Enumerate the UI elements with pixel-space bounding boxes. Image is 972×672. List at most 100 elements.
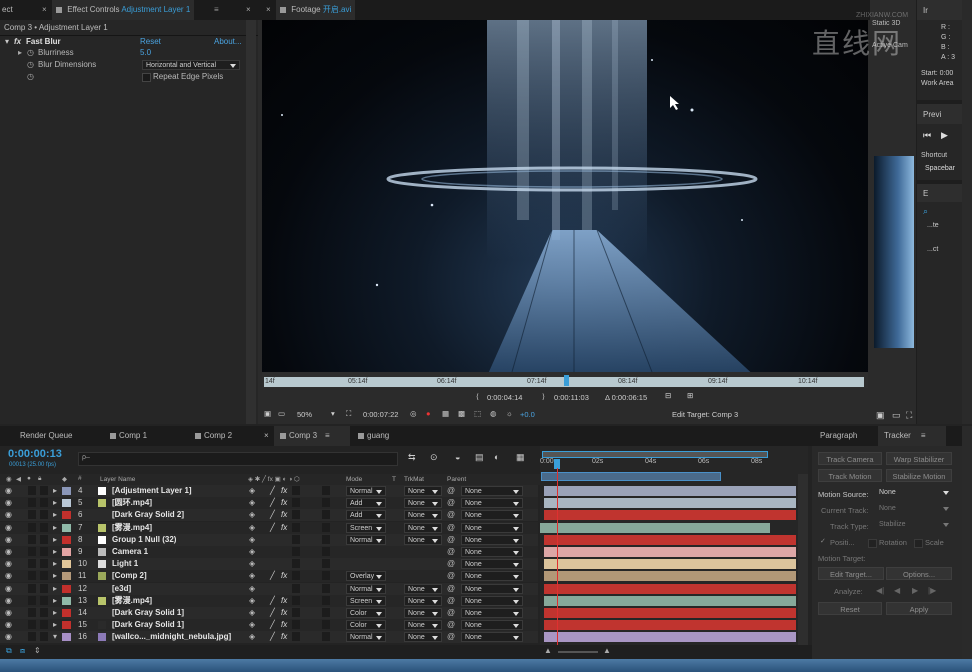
- layer-name[interactable]: [Adjustment Layer 1]: [112, 485, 192, 497]
- panel-menu-icon[interactable]: ≡: [325, 431, 330, 440]
- parent-dropdown[interactable]: None: [461, 510, 523, 520]
- tab-effect-controls[interactable]: Effect Controls Adjustment Layer 1: [52, 0, 195, 20]
- lock-switch[interactable]: [40, 571, 48, 580]
- scale-checkbox[interactable]: [914, 539, 923, 548]
- transparency-grid-icon[interactable]: ▩: [458, 409, 465, 418]
- label-color-swatch[interactable]: [62, 560, 71, 568]
- track-motion-button[interactable]: Track Motion: [818, 469, 882, 482]
- work-area-bar[interactable]: [541, 472, 721, 481]
- trkmat-dropdown[interactable]: None: [404, 608, 442, 618]
- 3d-switch[interactable]: [322, 632, 330, 641]
- motion-blur-icon[interactable]: ◐: [494, 452, 499, 462]
- warp-stabilizer-button[interactable]: Warp Stabilizer: [886, 452, 952, 465]
- label-color-swatch[interactable]: [62, 499, 71, 507]
- lock-switch[interactable]: [40, 510, 48, 519]
- parent-pickwhip-icon[interactable]: @: [447, 607, 455, 619]
- parent-dropdown[interactable]: None: [461, 486, 523, 496]
- label-color-swatch[interactable]: [62, 536, 71, 544]
- trkmat-dropdown[interactable]: None: [404, 486, 442, 496]
- motion-blur-switch[interactable]: ╱: [270, 607, 275, 619]
- reset-button[interactable]: Reset: [818, 602, 882, 615]
- layer-row[interactable]: ◉ ▸ 5 [圆环.mp4] ◈ ╱ fx Add None @ None: [0, 497, 538, 509]
- parent-dropdown[interactable]: None: [461, 620, 523, 630]
- effects-item[interactable]: ...ct: [927, 246, 938, 253]
- motion-blur-switch[interactable]: ╱: [270, 497, 275, 509]
- motion-source-dropdown[interactable]: None: [876, 488, 952, 500]
- layer-duration-bar[interactable]: [544, 620, 796, 630]
- fx-switch[interactable]: fx: [281, 485, 287, 497]
- shy-switch[interactable]: ◈: [249, 485, 255, 497]
- quality-switch[interactable]: [292, 571, 300, 580]
- frame-blending-icon[interactable]: ▤: [475, 452, 484, 463]
- stopwatch-icon[interactable]: ◷: [27, 59, 34, 71]
- graph-editor-icon[interactable]: ▦: [516, 452, 525, 463]
- tab-paragraph[interactable]: Paragraph: [820, 426, 857, 446]
- eye-icon[interactable]: ◉: [5, 546, 12, 558]
- track-camera-button[interactable]: Track Camera: [818, 452, 882, 465]
- expand-arrow-icon[interactable]: ▸: [53, 485, 57, 497]
- quality-switch[interactable]: [292, 559, 300, 568]
- motion-blur-switch[interactable]: ╱: [270, 485, 275, 497]
- solo-switch[interactable]: [28, 535, 36, 544]
- layer-name[interactable]: [雾漫.mp4]: [112, 522, 152, 534]
- timeline-ruler[interactable]: 0:00s 02s 04s 06s 08s: [540, 458, 800, 472]
- tracker-scrollbar[interactable]: [962, 426, 972, 659]
- apply-button[interactable]: Apply: [886, 602, 952, 615]
- motion-blur-switch[interactable]: ╱: [270, 631, 275, 643]
- label-color-swatch[interactable]: [62, 487, 71, 495]
- set-out-icon[interactable]: ⟩: [542, 392, 545, 401]
- ripple-insert-icon[interactable]: ⊟: [665, 391, 671, 400]
- parent-dropdown[interactable]: None: [461, 584, 523, 594]
- toolbar-icon[interactable]: ▭: [892, 410, 901, 421]
- fx-switch[interactable]: fx: [281, 509, 287, 521]
- tab-guang[interactable]: guang: [358, 426, 389, 446]
- zoom-value[interactable]: 50%: [297, 410, 312, 419]
- col-layer-name[interactable]: Layer Name: [100, 476, 135, 483]
- parent-pickwhip-icon[interactable]: @: [447, 595, 455, 607]
- mode-dropdown[interactable]: Normal: [346, 486, 386, 496]
- layer-row[interactable]: ◉ ▸ 7 [雾漫.mp4] ◈ ╱ fx Screen None @ None: [0, 522, 538, 534]
- fx-switch[interactable]: fx: [281, 619, 287, 631]
- shy-switch[interactable]: ◈: [249, 570, 255, 582]
- overlay-edit-icon[interactable]: ⊞: [687, 391, 693, 400]
- motion-blur-switch[interactable]: ╱: [270, 619, 275, 631]
- footage-image[interactable]: [262, 20, 868, 372]
- 3d-switch[interactable]: [322, 571, 330, 580]
- expand-arrow-icon[interactable]: ▸: [53, 522, 57, 534]
- layer-duration-bar[interactable]: [544, 547, 796, 557]
- expand-arrow-icon[interactable]: ▸: [53, 595, 57, 607]
- solo-switch[interactable]: [28, 632, 36, 641]
- close-icon[interactable]: ×: [264, 426, 269, 446]
- layer-name[interactable]: [Comp 2]: [112, 570, 147, 582]
- quality-switch[interactable]: [292, 510, 300, 519]
- parent-pickwhip-icon[interactable]: @: [447, 619, 455, 631]
- solo-switch[interactable]: [28, 510, 36, 519]
- mode-dropdown[interactable]: Normal: [346, 632, 386, 642]
- first-frame-icon[interactable]: ⏮: [923, 130, 931, 141]
- eye-icon[interactable]: ◉: [5, 485, 12, 497]
- col-parent[interactable]: Parent: [447, 476, 466, 483]
- layer-duration-bar[interactable]: [540, 523, 770, 533]
- label-color-swatch[interactable]: [62, 548, 71, 556]
- layer-name[interactable]: Light 1: [112, 558, 138, 570]
- trkmat-dropdown[interactable]: None: [404, 584, 442, 594]
- lock-switch[interactable]: [40, 559, 48, 568]
- footage-time-ruler[interactable]: 14f 05:14f 06:14f 07:14f 08:14f 09:14f 1…: [262, 372, 868, 388]
- lock-switch[interactable]: [40, 596, 48, 605]
- color-management-icon[interactable]: ◍: [490, 409, 497, 418]
- parent-dropdown[interactable]: None: [461, 571, 523, 581]
- lock-switch[interactable]: [40, 486, 48, 495]
- 3d-switch[interactable]: [322, 523, 330, 532]
- layer-row[interactable]: ◉ ▸ 15 [Dark Gray Solid 1] ◈ ╱ fx Color None @ Non…: [0, 619, 538, 631]
- shy-switch[interactable]: ◈: [249, 546, 255, 558]
- label-color-swatch[interactable]: [62, 609, 71, 617]
- layer-name[interactable]: [雾漫.mp4]: [112, 595, 152, 607]
- solo-switch[interactable]: [28, 523, 36, 532]
- snapshot-icon[interactable]: ▣: [264, 409, 271, 418]
- shy-switch[interactable]: ◈: [249, 497, 255, 509]
- eye-icon[interactable]: ◉: [5, 619, 12, 631]
- tab-tracker[interactable]: Tracker ≡: [878, 426, 946, 446]
- 3d-switch[interactable]: [322, 486, 330, 495]
- layer-name[interactable]: Group 1 Null (32): [112, 534, 176, 546]
- trkmat-dropdown[interactable]: None: [404, 632, 442, 642]
